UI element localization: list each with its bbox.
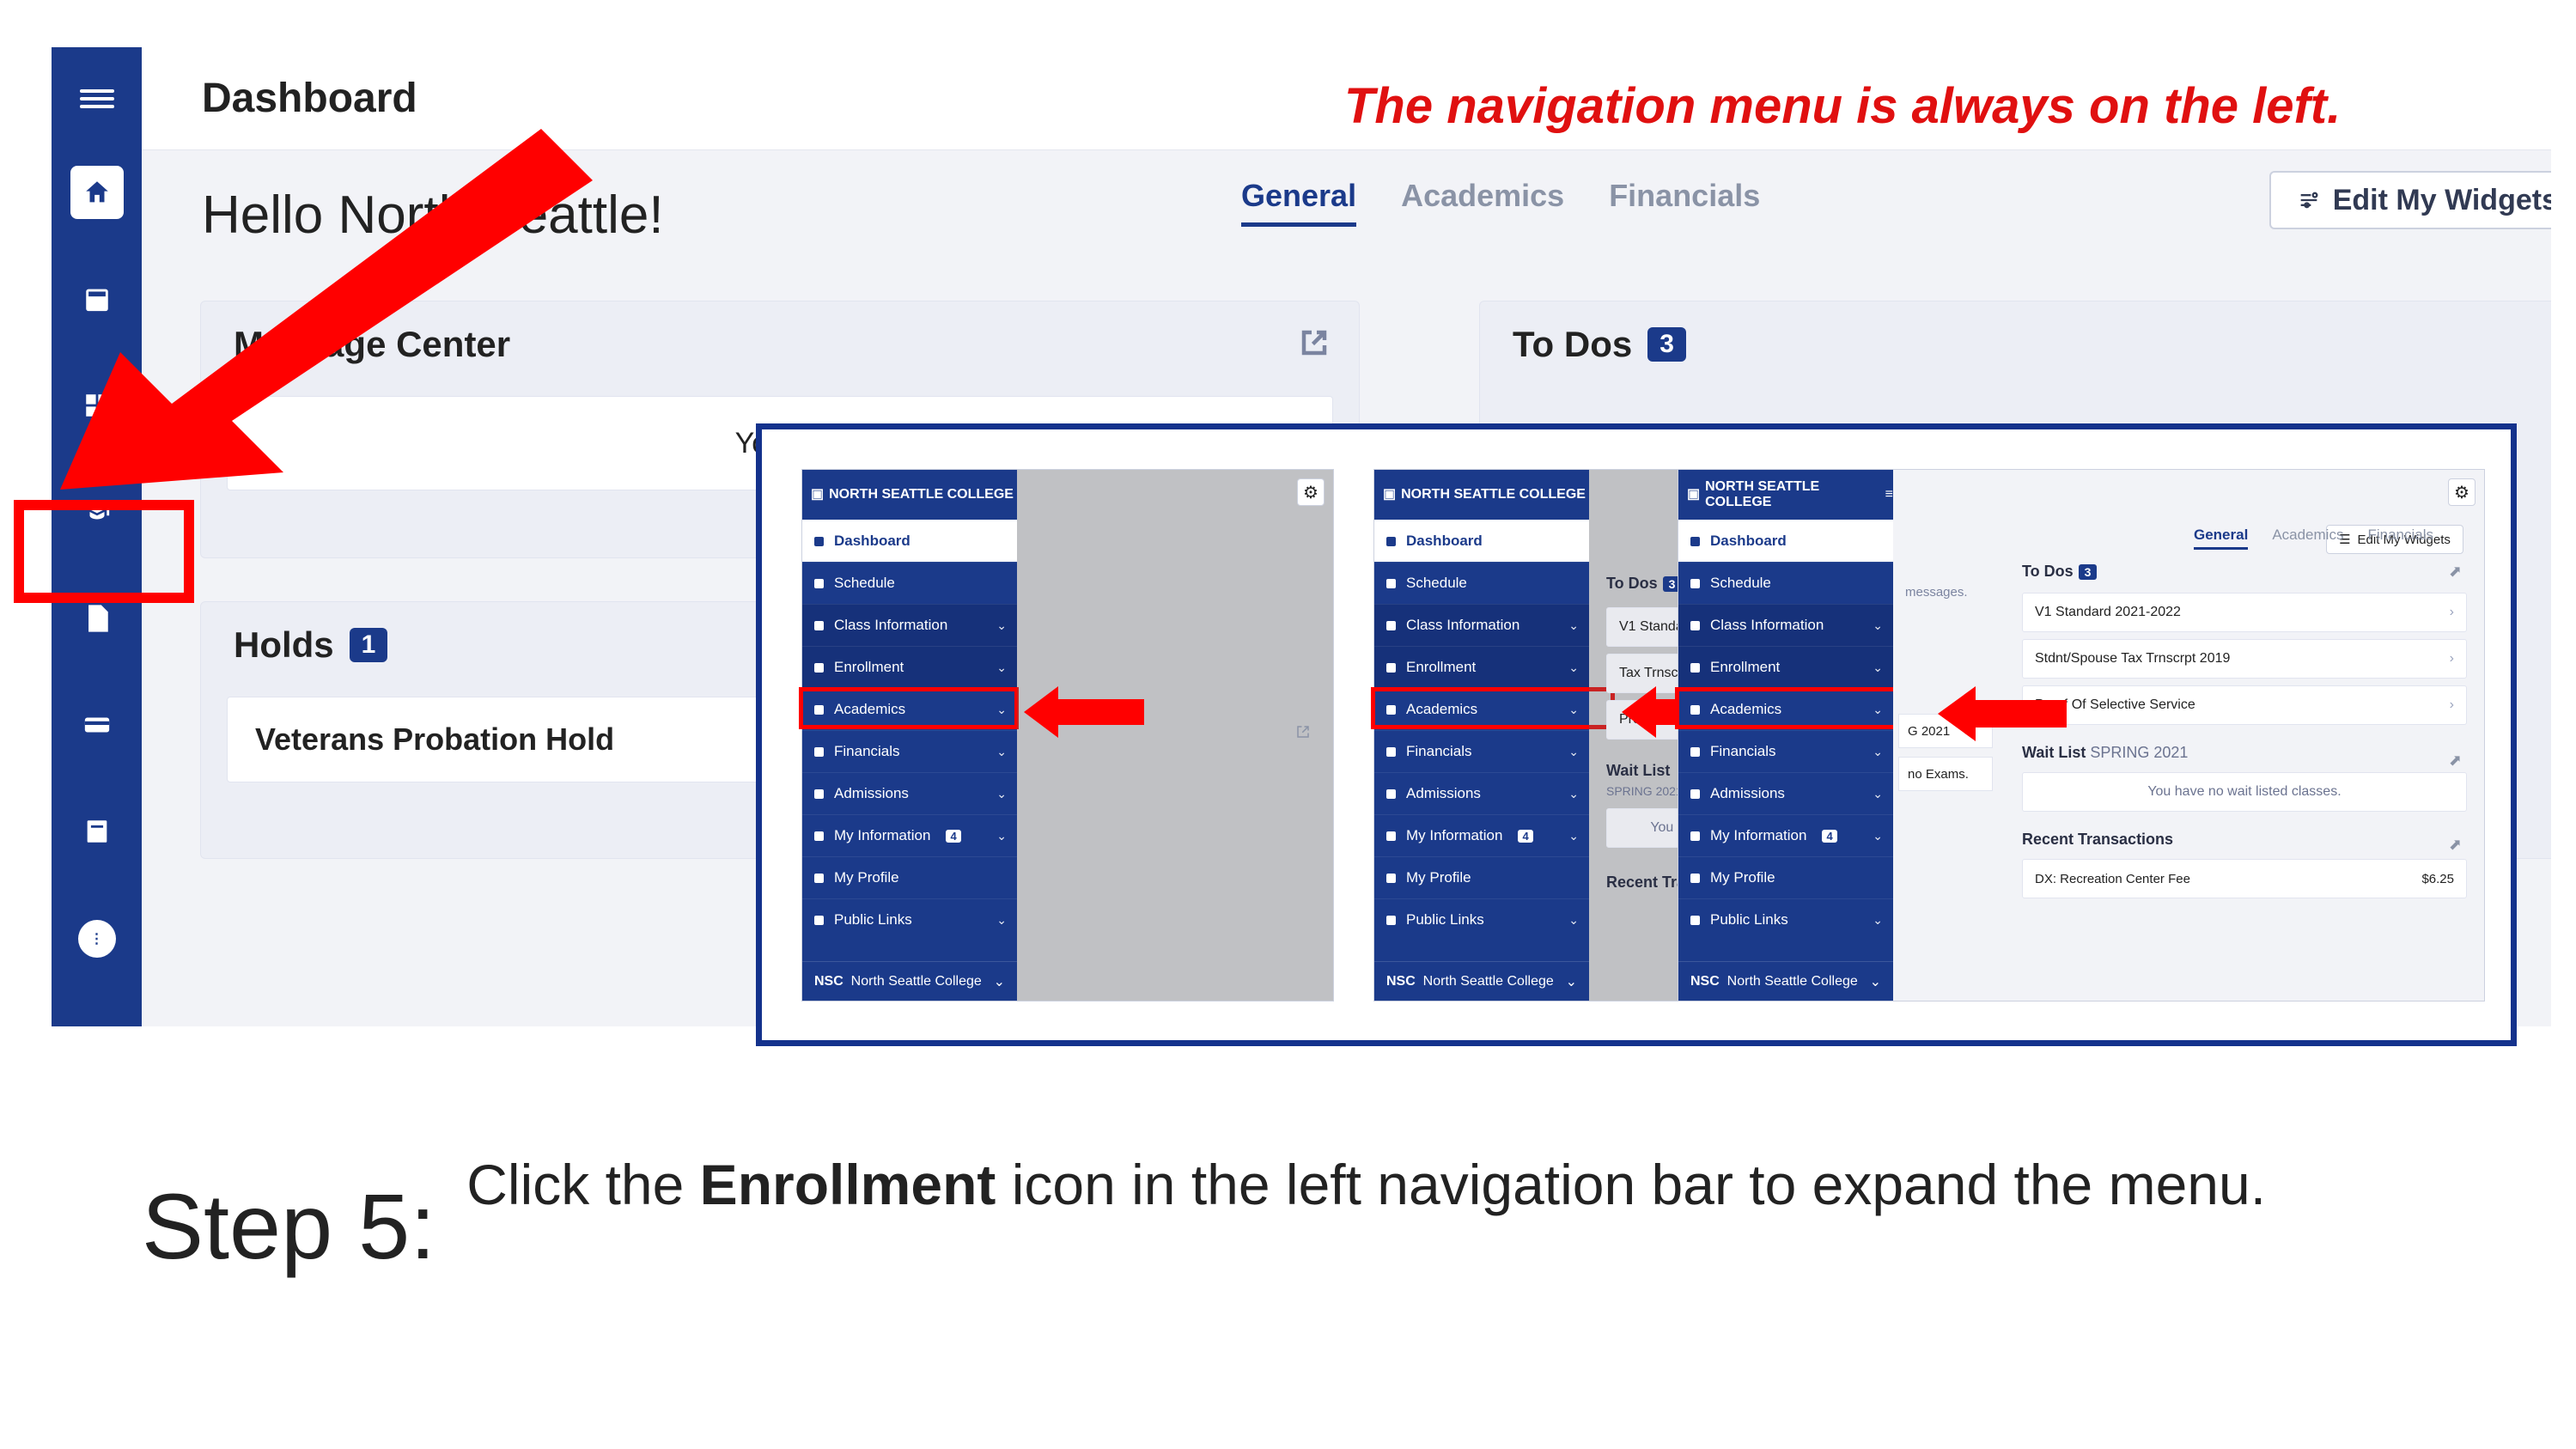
mini3-nav-dashboard[interactable]: Dashboard [1678, 520, 1893, 562]
mini3-waitlist-header: Wait List SPRING 2021 [2022, 744, 2467, 762]
mini3-transaction-row[interactable]: DX: Recreation Center Fee$6.25 [2022, 859, 2467, 898]
mini2-todos-header: To Dos3 [1606, 575, 1681, 593]
mini2-nav-enrollment[interactable]: Enrollment⌄ [1374, 646, 1589, 688]
mini1-nav-classinfo[interactable]: Class Information⌄ [802, 604, 1017, 646]
step-instruction: Click the Enrollment icon in the left na… [466, 1147, 2266, 1223]
edit-widgets-button[interactable]: Edit My Widgets [2269, 171, 2551, 229]
mini3-todo-proof[interactable]: Proof Of Selective Service› [2022, 685, 2467, 725]
mini3-college-logo: ▣NORTH SEATTLE COLLEGE≡ [1678, 470, 1893, 520]
open-icon[interactable] [1299, 327, 1330, 358]
mini1-open-icon [1295, 724, 1311, 740]
mini3-nav-schedule[interactable]: Schedule [1678, 562, 1893, 604]
sidebar-more-icon[interactable]: ⋮ [78, 920, 116, 958]
mini1-enrollment-highlight [799, 687, 1019, 729]
sidebar-financials-icon[interactable] [70, 698, 124, 752]
mini3-nav-admissions[interactable]: Admissions⌄ [1678, 772, 1893, 814]
mini2-footer: NSC North Seattle College⌄ [1374, 961, 1589, 1001]
page-title: Dashboard [202, 75, 417, 122]
mini3-nav-myprofile[interactable]: My Profile [1678, 856, 1893, 898]
mini1-nav-schedule[interactable]: Schedule [802, 562, 1017, 604]
sidebar-admissions-icon[interactable] [70, 805, 124, 858]
todos-count-badge: 3 [1647, 327, 1686, 362]
mini2-nav-admissions[interactable]: Admissions⌄ [1374, 772, 1589, 814]
mini3-nav-enrollment[interactable]: Enrollment⌄ [1678, 646, 1893, 688]
dashboard-tabs: General Academics Financials [1241, 178, 1760, 227]
mini3-left-frag-exams: no Exams. [1898, 757, 1993, 791]
mini1-footer: NSC North Seattle College⌄ [802, 961, 1017, 1001]
mini2-waitlist-header: Wait List [1606, 762, 1670, 780]
step-caption: Step 5: Click the Enrollment icon in the… [142, 1147, 2461, 1280]
sidebar-schedule-icon[interactable] [70, 272, 124, 326]
mini3-nav-publiclinks[interactable]: Public Links⌄ [1678, 898, 1893, 941]
hamburger-icon[interactable] [80, 85, 114, 113]
sequence-strip: ▣NORTH SEATTLE COLLEGE Dashboard Schedul… [756, 423, 2517, 1046]
sidebar-classinfo-icon[interactable] [70, 379, 124, 432]
holds-count-badge: 1 [350, 628, 388, 662]
mini2-enrollment-highlight [1371, 687, 1615, 729]
mini2-nav-dashboard[interactable]: Dashboard [1374, 520, 1589, 562]
app-collapsed-sidebar: ⋮ [52, 47, 142, 1026]
mini2-nav-myinfo[interactable]: My Information4⌄ [1374, 814, 1589, 856]
edit-widgets-label: Edit My Widgets [2333, 184, 2551, 217]
mini3-todos-header: To Dos3 [2022, 563, 2467, 581]
mini1-nav-enrollment[interactable]: Enrollment⌄ [802, 646, 1017, 688]
mini2-college-logo: ▣NORTH SEATTLE COLLEGE [1374, 470, 1589, 520]
mini3-left-frag-term: G 2021 [1898, 714, 1993, 748]
message-center-title: Message Center [201, 301, 1359, 387]
mini1-settings-icon[interactable]: ⚙ [1297, 478, 1325, 506]
mini3-footer: NSC North Seattle College⌄ [1678, 961, 1893, 1001]
mini2-nav-schedule[interactable]: Schedule [1374, 562, 1589, 604]
mini2-nav-classinfo[interactable]: Class Information⌄ [1374, 604, 1589, 646]
mini1-nav-myprofile[interactable]: My Profile [802, 856, 1017, 898]
todos-title: To Dos 3 [1480, 301, 2551, 387]
mini1-nav-admissions[interactable]: Admissions⌄ [802, 772, 1017, 814]
tab-financials[interactable]: Financials [1609, 178, 1760, 227]
mini1-nav-publiclinks[interactable]: Public Links⌄ [802, 898, 1017, 941]
mini3-nav-classinfo[interactable]: Class Information⌄ [1678, 604, 1893, 646]
mini3-nav-financials[interactable]: Financials⌄ [1678, 730, 1893, 772]
tab-academics[interactable]: Academics [1401, 178, 1564, 227]
mini1-nav-myinfo[interactable]: My Information4⌄ [802, 814, 1017, 856]
mini-screenshot-3: ▣NORTH SEATTLE COLLEGE≡ Dashboard Schedu… [1678, 469, 2485, 1002]
mini3-waitlist-empty: You have no wait listed classes. [2022, 772, 2467, 812]
mini3-settings-icon[interactable]: ⚙ [2448, 478, 2476, 506]
annotation-banner: The navigation menu is always on the lef… [1344, 77, 2341, 135]
mini2-nav-publiclinks[interactable]: Public Links⌄ [1374, 898, 1589, 941]
tab-general[interactable]: General [1241, 178, 1356, 227]
mini1-nav-financials[interactable]: Financials⌄ [802, 730, 1017, 772]
mini-screenshot-1: ▣NORTH SEATTLE COLLEGE Dashboard Schedul… [801, 469, 1334, 1002]
sidebar-dashboard-icon[interactable] [70, 166, 124, 219]
sidebar-enrollment-icon[interactable] [70, 485, 124, 539]
mini2-nav-financials[interactable]: Financials⌄ [1374, 730, 1589, 772]
sidebar-academics-icon[interactable] [70, 592, 124, 645]
mini1-nav-dashboard[interactable]: Dashboard [802, 520, 1017, 562]
mini2-nav-myprofile[interactable]: My Profile [1374, 856, 1589, 898]
mini3-nav-myinfo[interactable]: My Information4⌄ [1678, 814, 1893, 856]
mini3-todo-tax[interactable]: Stdnt/Spouse Tax Trnscrpt 2019› [2022, 639, 2467, 679]
mini3-tabs: General Academics Financials [2194, 527, 2433, 550]
step-number: Step 5: [142, 1147, 435, 1280]
mini1-college-logo: ▣NORTH SEATTLE COLLEGE [802, 470, 1017, 520]
mini3-recent-header: Recent Transactions [2022, 831, 2467, 849]
mini3-todo-v1[interactable]: V1 Standard 2021-2022› [2022, 593, 2467, 632]
